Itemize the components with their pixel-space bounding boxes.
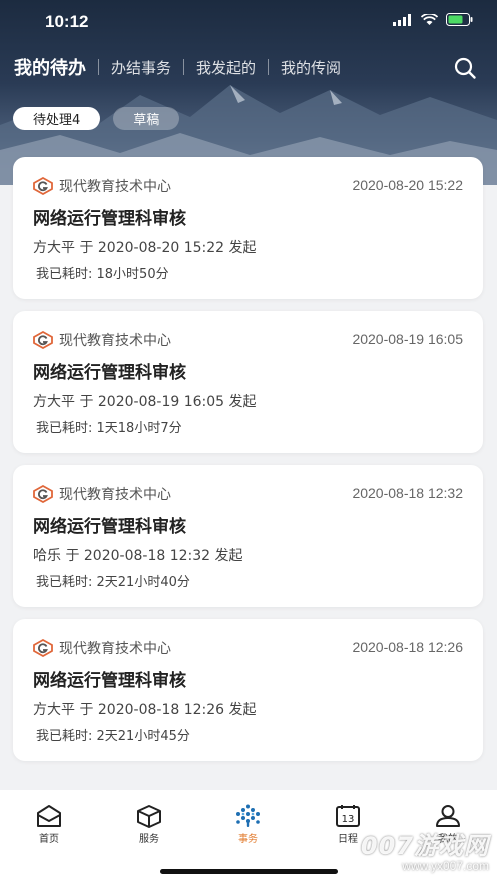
- calendar-day: 13: [342, 814, 355, 825]
- watermark-main: 007游戏网: [360, 832, 489, 860]
- task-elapsed: 我已耗时: 2天21小时40分: [36, 575, 190, 590]
- task-elapsed: 我已耗时: 1天18小时7分: [36, 421, 182, 436]
- task-initiator: 方大平 于 2020-08-20 15:22 发起: [33, 240, 257, 256]
- status-time: 10:12: [45, 12, 89, 31]
- watermark: 007游戏网 www.yx007.com: [361, 826, 489, 873]
- task-card[interactable]: 现代教育技术中心 2020-08-20 15:22 网络运行管理科审核 方大平 …: [13, 157, 483, 299]
- wifi-icon: [421, 13, 438, 25]
- task-title: 网络运行管理科审核: [33, 671, 186, 691]
- search-button[interactable]: [453, 56, 477, 80]
- tabbar-label: 首页: [39, 834, 59, 845]
- task-elapsed: 我已耗时: 18小时50分: [36, 267, 169, 282]
- tabbar-label: 服务: [139, 834, 159, 845]
- task-initiator: 哈乐 于 2020-08-18 12:32 发起: [33, 548, 243, 564]
- card-org: 现代教育技术中心: [33, 176, 171, 196]
- user-icon: [436, 805, 460, 827]
- task-card[interactable]: 现代教育技术中心 2020-08-18 12:26 网络运行管理科审核 方大平 …: [13, 619, 483, 761]
- org-name: 现代教育技术中心: [59, 333, 171, 349]
- org-logo-icon: [33, 485, 53, 503]
- tabbar-item-home[interactable]: 首页: [19, 804, 79, 845]
- tabbar-item-services[interactable]: 服务: [119, 804, 179, 845]
- status-bar: 10:12: [0, 0, 497, 44]
- filter-pending[interactable]: 待处理4: [13, 107, 101, 130]
- task-time: 2020-08-18 12:32: [352, 485, 463, 501]
- home-indicator: [160, 869, 338, 874]
- task-card[interactable]: 现代教育技术中心 2020-08-19 16:05 网络运行管理科审核 方大平 …: [13, 311, 483, 453]
- tab-initiated[interactable]: 我发起的: [184, 57, 268, 78]
- tabbar-item-affairs[interactable]: 事务: [218, 804, 278, 845]
- watermark-url: www.yx007.com: [402, 859, 489, 873]
- filter-chips: 待处理4 草稿: [13, 107, 180, 130]
- task-title: 网络运行管理科审核: [33, 363, 186, 383]
- org-logo-icon: [33, 639, 53, 657]
- task-initiator: 方大平 于 2020-08-19 16:05 发起: [33, 394, 257, 410]
- task-time: 2020-08-20 15:22: [352, 177, 463, 193]
- task-title: 网络运行管理科审核: [33, 209, 186, 229]
- card-org: 现代教育技术中心: [33, 484, 171, 504]
- org-name: 现代教育技术中心: [59, 487, 171, 503]
- filter-drafts[interactable]: 草稿: [113, 107, 180, 130]
- org-name: 现代教育技术中心: [59, 179, 171, 195]
- org-name: 现代教育技术中心: [59, 641, 171, 657]
- task-elapsed: 我已耗时: 2天21小时45分: [36, 729, 190, 744]
- tab-my-todo[interactable]: 我的待办: [14, 54, 98, 80]
- tabbar-label: 事务: [238, 834, 258, 845]
- org-logo-icon: [33, 177, 53, 195]
- task-list: 现代教育技术中心 2020-08-20 15:22 网络运行管理科审核 方大平 …: [13, 157, 483, 773]
- task-time: 2020-08-19 16:05: [352, 331, 463, 347]
- tab-circulated[interactable]: 我的传阅: [269, 57, 353, 78]
- org-logo-icon: [33, 331, 53, 349]
- task-card[interactable]: 现代教育技术中心 2020-08-18 12:32 网络运行管理科审核 哈乐 于…: [13, 465, 483, 607]
- home-icon: [37, 805, 61, 827]
- header-tabs: 我的待办 办结事务 我发起的 我的传阅: [14, 52, 353, 82]
- card-org: 现代教育技术中心: [33, 638, 171, 658]
- cube-icon: [137, 805, 161, 828]
- cellular-signal-icon: [393, 13, 411, 26]
- tabbar-label: 日程: [338, 834, 358, 845]
- search-icon: [454, 57, 476, 79]
- battery-icon: [446, 13, 473, 26]
- card-org: 现代教育技术中心: [33, 330, 171, 350]
- tree-dots-icon: [236, 804, 260, 827]
- task-initiator: 方大平 于 2020-08-18 12:26 发起: [33, 702, 257, 718]
- calendar-icon: 13: [336, 805, 360, 827]
- task-title: 网络运行管理科审核: [33, 517, 186, 537]
- tab-completed[interactable]: 办结事务: [99, 57, 183, 78]
- task-time: 2020-08-18 12:26: [352, 639, 463, 655]
